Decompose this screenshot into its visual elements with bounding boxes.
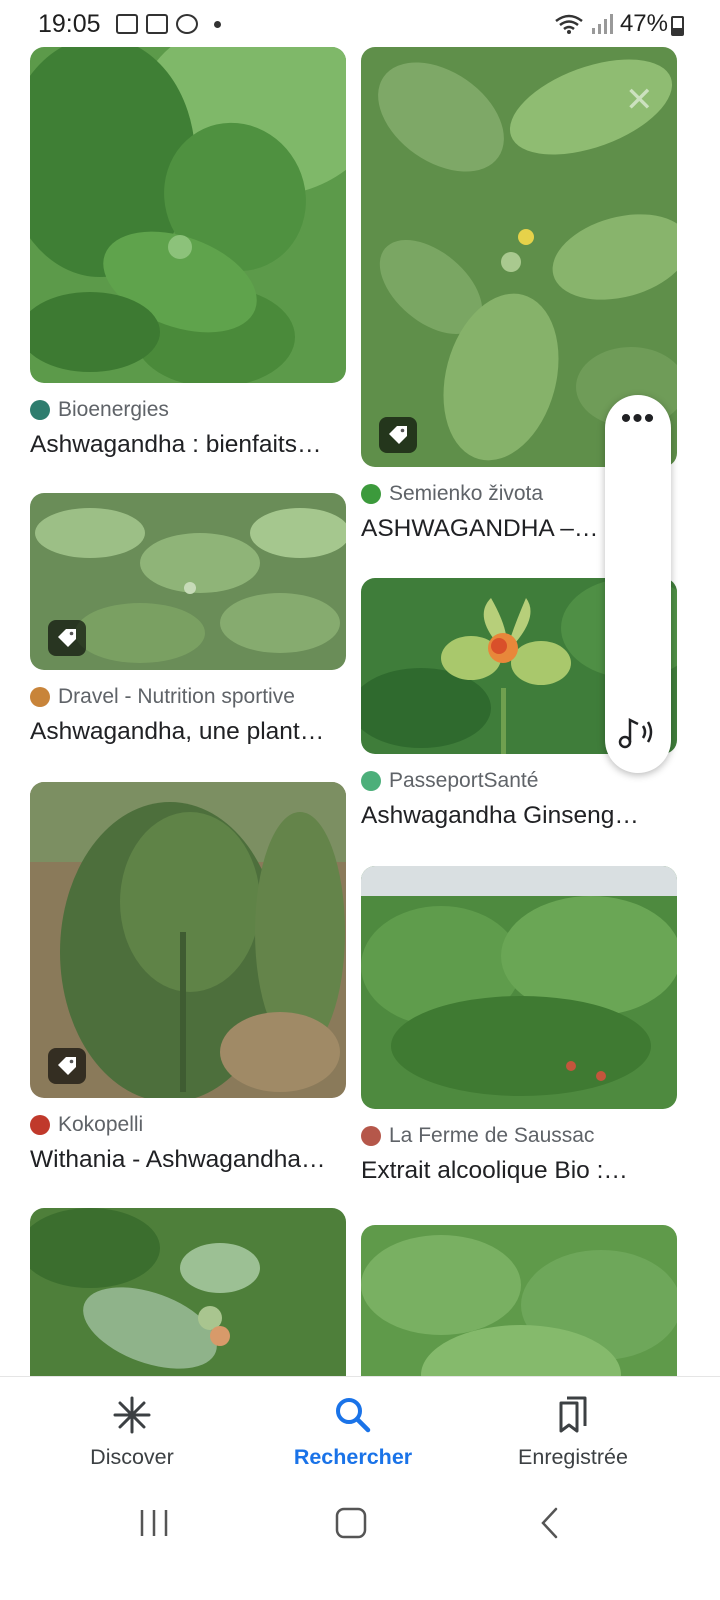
result-title[interactable]: ASHWAGANDHA –… [361,515,601,543]
back-icon[interactable] [538,1506,560,1545]
nav-rechercher[interactable]: Rechercher [243,1395,463,1470]
status-right: 47% [554,10,668,38]
more-horizontal-icon[interactable]: ••• [605,404,671,434]
source-name: Bioenergies [58,398,169,421]
music-sound-icon[interactable] [605,714,671,755]
result-title[interactable]: Extrait alcoolique Bio :… [361,1157,677,1185]
result-title[interactable]: Withania - Ashwagandha… [30,1146,346,1174]
nav-label: Enregistrée [518,1445,628,1469]
nav-label: Rechercher [293,1445,413,1469]
result-title[interactable]: Ashwagandha, une plant… [30,718,346,746]
source-favicon-icon [361,1126,381,1146]
close-icon[interactable]: ✕ [625,80,654,120]
nav-discover[interactable]: Discover [22,1395,242,1470]
product-tag-icon [48,1048,86,1084]
image-icon [116,14,138,34]
result-source: La Ferme de Saussac [361,1123,677,1149]
result-image[interactable] [30,782,346,1098]
source-name: La Ferme de Saussac [389,1124,595,1147]
signal-icon [591,14,613,34]
result-title[interactable]: Ashwagandha Ginseng… [361,802,677,830]
battery-percent: 47% [619,10,668,37]
product-tag-icon [379,417,417,453]
search-icon [243,1395,463,1435]
result-card[interactable]: Dravel - Nutrition sportive Ashwagandha,… [30,493,346,746]
result-image[interactable] [30,493,346,670]
dot-icon [214,20,221,28]
bottom-navigation: Discover Rechercher Enregistrée [0,1376,720,1488]
source-name: Semienko života [389,482,544,505]
source-name: PasseportSanté [389,769,539,792]
floating-action-bar[interactable]: ••• [605,395,671,773]
source-favicon-icon [30,687,50,707]
result-source: Kokopelli [30,1112,346,1138]
product-tag-icon [48,620,86,656]
result-title[interactable]: Ashwagandha : bienfaits… [30,431,346,459]
bookmarks-icon [463,1395,683,1435]
battery-icon [671,16,684,36]
notification-icons [116,14,221,34]
status-time: 19:05 [38,10,101,38]
result-card[interactable]: La Ferme de Saussac Extrait alcoolique B… [361,866,677,1185]
source-favicon-icon [30,1115,50,1135]
result-card[interactable]: Kokopelli Withania - Ashwagandha… [30,782,346,1174]
result-source: Dravel - Nutrition sportive [30,684,346,710]
recent-apps-icon[interactable] [138,1506,170,1545]
source-favicon-icon [30,400,50,420]
source-name: Kokopelli [58,1113,144,1136]
asterisk-icon [22,1395,242,1435]
voicemail-icon [146,14,168,34]
source-favicon-icon [361,484,381,504]
result-image[interactable] [361,866,677,1109]
result-source: Bioenergies [30,397,346,423]
wifi-icon [555,14,583,34]
result-image[interactable] [30,47,346,383]
nav-label: Discover [90,1445,174,1469]
chrome-icon [176,14,198,34]
home-icon[interactable] [334,1506,368,1545]
result-card[interactable]: Bioenergies Ashwagandha : bienfaits… [30,47,346,459]
status-bar: 19:05 47% [0,0,720,48]
nav-enregistree[interactable]: Enregistrée [463,1395,683,1470]
system-navigation-bar [0,1488,720,1600]
source-favicon-icon [361,771,381,791]
source-name: Dravel - Nutrition sportive [58,685,295,708]
